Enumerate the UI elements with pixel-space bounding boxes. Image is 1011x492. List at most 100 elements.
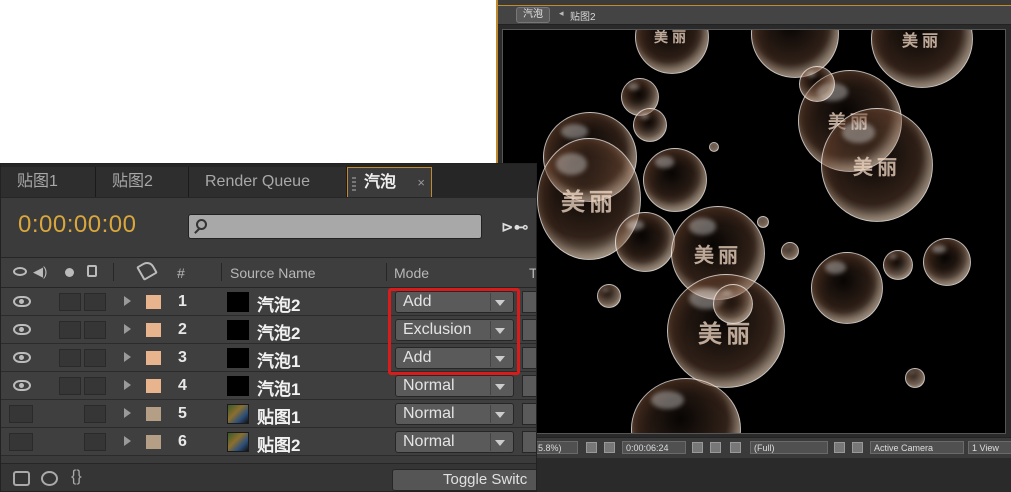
- in-out-icon[interactable]: {}: [71, 468, 82, 486]
- composition-canvas[interactable]: 美丽 美丽 美丽 美丽 美丽 美丽 美丽: [502, 29, 1006, 434]
- lock-switch[interactable]: [84, 433, 106, 451]
- track-matte-dropdown[interactable]: [522, 403, 536, 425]
- breadcrumb-comp-next[interactable]: 贴图2: [570, 8, 596, 23]
- layer-search-input[interactable]: [188, 214, 482, 239]
- bubble: [709, 142, 719, 152]
- tab-tietu1[interactable]: 贴图1: [1, 167, 96, 197]
- toggle-switches-modes-button[interactable]: Toggle Switc: [392, 469, 536, 491]
- layer-source-name[interactable]: 汽泡1: [257, 347, 300, 372]
- layer-source-name[interactable]: 汽泡2: [257, 319, 300, 344]
- layer-source-name[interactable]: 汽泡1: [257, 375, 300, 400]
- transparency-grid-icon[interactable]: [852, 442, 863, 453]
- grid-icon[interactable]: [586, 442, 597, 453]
- show-channel-icon[interactable]: [710, 442, 721, 453]
- search-icon: [196, 219, 207, 230]
- bubble: [923, 238, 971, 286]
- transfer-controls-icon[interactable]: [41, 471, 58, 486]
- tab-grip-icon[interactable]: [352, 177, 356, 191]
- layer-number: 4: [178, 377, 187, 394]
- track-matte-dropdown[interactable]: [522, 347, 536, 369]
- lock-switch[interactable]: [84, 349, 106, 367]
- breadcrumb-comp-active[interactable]: 汽泡: [516, 7, 550, 23]
- video-switch-off[interactable]: [9, 405, 33, 423]
- eye-icon[interactable]: [13, 380, 31, 391]
- twirl-down-icon[interactable]: [124, 408, 131, 418]
- camera-snapshot-icon[interactable]: [692, 442, 703, 453]
- view-layout-dropdown[interactable]: 1 View: [968, 441, 1011, 454]
- solo-switch[interactable]: [59, 293, 81, 311]
- column-number: #: [177, 265, 185, 281]
- composition-thumbnail-icon: [227, 432, 249, 452]
- camera-dropdown[interactable]: Active Camera: [870, 441, 964, 454]
- eye-icon[interactable]: [13, 324, 31, 335]
- twirl-down-icon[interactable]: [124, 352, 131, 362]
- layer-row-5[interactable]: 5 贴图1 Normal: [1, 400, 536, 428]
- composition-flowchart-icon[interactable]: ⊳⊷: [501, 218, 529, 236]
- solo-switch[interactable]: [59, 349, 81, 367]
- layer-number: 2: [178, 321, 187, 338]
- track-matte-dropdown[interactable]: [522, 291, 536, 313]
- color-channel-icon[interactable]: [730, 442, 741, 453]
- timeline-tab-bar: 贴图1 贴图2 Render Queue 汽泡 ×: [1, 164, 536, 198]
- bubble: [781, 242, 799, 260]
- zoom-dropdown[interactable]: 5.8%): [534, 441, 578, 454]
- label-color-swatch[interactable]: [146, 379, 161, 393]
- label-color-swatch[interactable]: [146, 323, 161, 337]
- solo-switch[interactable]: [59, 377, 81, 395]
- twirl-down-icon[interactable]: [124, 324, 131, 334]
- tab-label: Render Queue: [205, 173, 310, 190]
- label-color-swatch[interactable]: [146, 435, 161, 449]
- twirl-down-icon[interactable]: [124, 380, 131, 390]
- eye-icon[interactable]: [13, 352, 31, 363]
- label-color-swatch[interactable]: [146, 407, 161, 421]
- tab-qipao[interactable]: 汽泡 ×: [347, 167, 432, 197]
- chevron-down-icon: [490, 377, 509, 395]
- bubble: [757, 216, 769, 228]
- video-switch-off[interactable]: [9, 433, 33, 451]
- video-switch-header-icon: [13, 267, 27, 276]
- layer-source-name[interactable]: 汽泡2: [257, 291, 300, 316]
- layer-row-6[interactable]: 6 贴图2 Normal: [1, 428, 536, 456]
- eye-icon[interactable]: [13, 296, 31, 307]
- lock-switch[interactable]: [84, 377, 106, 395]
- layer-row-4[interactable]: 4 汽泡1 Normal: [1, 372, 536, 400]
- twirl-down-icon[interactable]: [124, 296, 131, 306]
- bubble: [799, 66, 835, 102]
- close-icon[interactable]: ×: [417, 168, 425, 198]
- bubble: [643, 148, 707, 212]
- current-time-timecode[interactable]: 0:00:00:00: [18, 211, 136, 239]
- layer-switches-icon[interactable]: [13, 471, 30, 486]
- blend-mode-dropdown[interactable]: Normal: [395, 375, 514, 397]
- label-color-swatch[interactable]: [146, 351, 161, 365]
- resolution-dropdown[interactable]: (Full): [750, 441, 828, 454]
- blend-mode-value: Normal: [403, 433, 455, 450]
- tab-tietu2[interactable]: 贴图2: [96, 167, 189, 197]
- lock-switch[interactable]: [84, 321, 106, 339]
- tab-render-queue[interactable]: Render Queue: [189, 167, 347, 197]
- layer-source-name[interactable]: 贴图2: [257, 431, 300, 456]
- column-source-name[interactable]: Source Name: [230, 265, 316, 281]
- tab-label: 贴图1: [17, 173, 58, 190]
- lock-switch[interactable]: [84, 293, 106, 311]
- solid-thumbnail: [227, 292, 249, 312]
- region-of-interest-icon[interactable]: [834, 442, 845, 453]
- viewer-background: [498, 458, 1011, 492]
- mask-icon[interactable]: [604, 442, 615, 453]
- chevron-down-icon: [490, 433, 509, 451]
- layer-source-name[interactable]: 贴图1: [257, 403, 300, 428]
- lock-header-icon: [87, 265, 97, 277]
- solo-switch[interactable]: [59, 321, 81, 339]
- blend-mode-dropdown[interactable]: Normal: [395, 403, 514, 425]
- blend-mode-dropdown[interactable]: Normal: [395, 431, 514, 453]
- track-matte-dropdown[interactable]: [522, 319, 536, 341]
- track-matte-dropdown[interactable]: [522, 431, 536, 453]
- blend-mode-highlight-box: [388, 288, 520, 375]
- lock-switch[interactable]: [84, 405, 106, 423]
- blend-mode-value: Normal: [403, 377, 455, 394]
- bubble: 美丽: [821, 108, 933, 222]
- track-matte-dropdown[interactable]: [522, 375, 536, 397]
- label-color-swatch[interactable]: [146, 295, 161, 309]
- current-time-display[interactable]: 0:00:06:24: [622, 441, 686, 454]
- timeline-toolbar: 0:00:00:00 ⊳⊷: [1, 198, 536, 256]
- twirl-down-icon[interactable]: [124, 436, 131, 446]
